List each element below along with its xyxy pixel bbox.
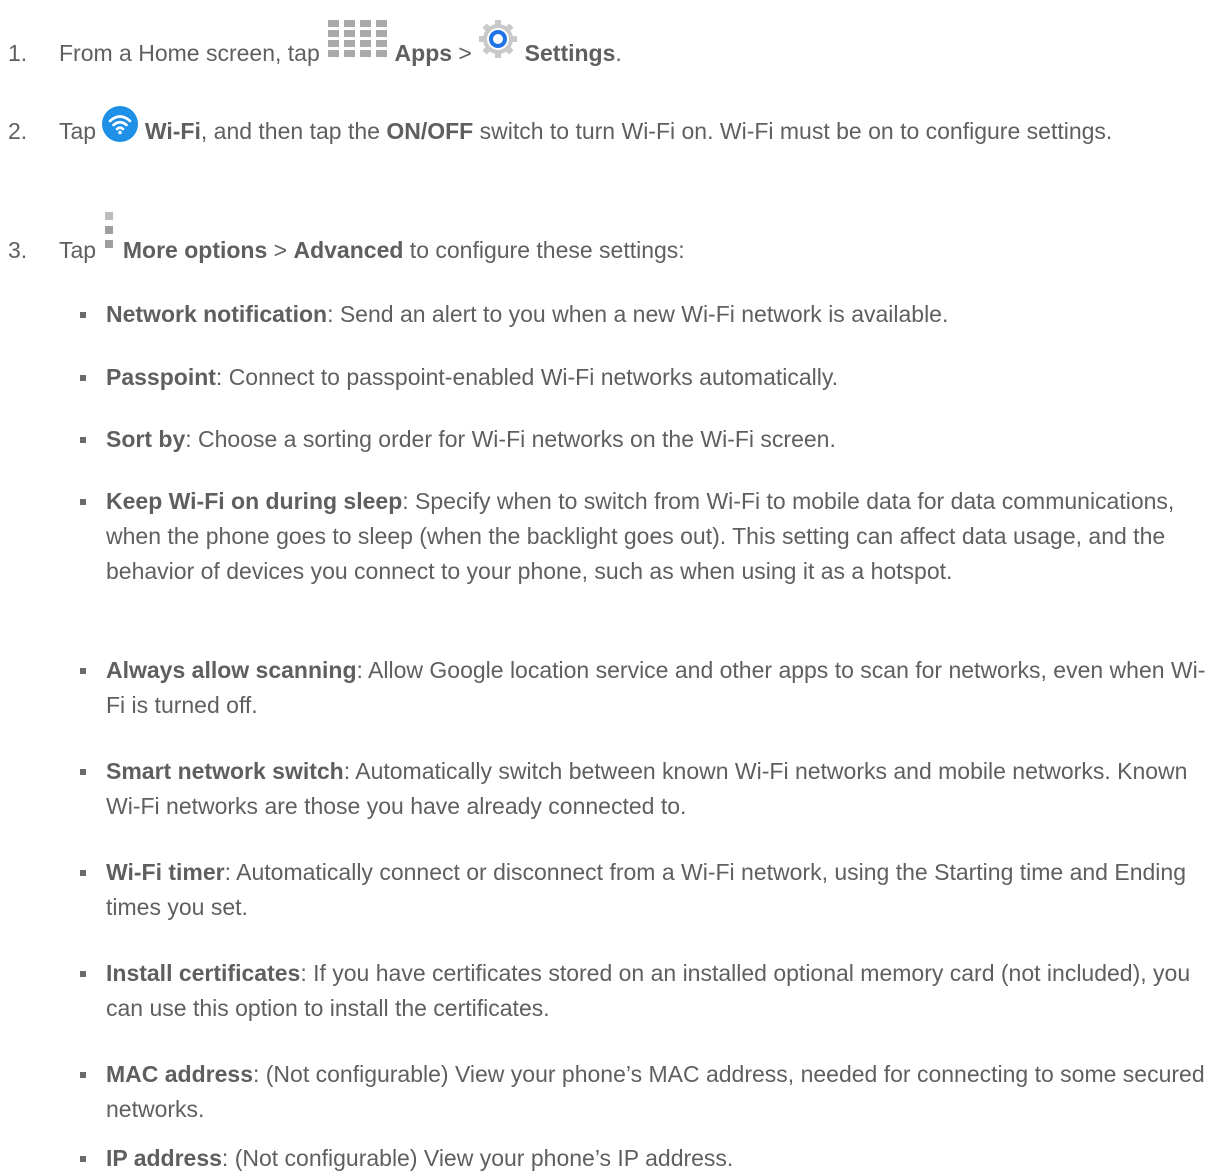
setting-description: : Connect to passpoint-enabled Wi-Fi net… [215,364,839,390]
setting-term: Install certificates [106,960,301,986]
setting-term: Sort by [106,426,186,452]
step-text: From a Home screen, tap [59,40,320,66]
more-options-icon [102,211,116,262]
bullet-icon [80,1156,86,1162]
bullet-icon [80,1072,86,1078]
wifi-label: Wi-Fi [144,118,201,145]
setting-term: Keep Wi-Fi on during sleep [106,488,403,514]
advanced-label: Advanced [293,237,404,263]
setting-description: : (Not configurable) View your phone’s I… [221,1145,734,1171]
settings-gear-icon [478,19,518,69]
setting-term: IP address [106,1145,222,1171]
instructions-document: 1. From a Home screen, tap Apps > Settin… [0,0,1215,1176]
bullet-icon [80,312,86,318]
more-options-label: More options [122,237,268,263]
bullet-icon [80,870,86,876]
setting-term: Wi-Fi timer [106,859,225,885]
bullet-icon [80,668,86,674]
setting-term: Always allow scanning [106,657,357,683]
setting-description: : Automatically connect or disconnect fr… [106,859,1186,920]
bullet-icon [80,971,86,977]
step-number: 2. [8,118,28,144]
step-number: 1. [8,40,28,66]
bullet-icon [80,769,86,775]
apps-label: Apps [394,40,453,66]
bullet-icon [80,375,86,381]
setting-term: Smart network switch [106,758,344,784]
setting-term: MAC address [106,1061,253,1087]
wifi-icon [102,106,139,152]
setting-description: : (Not configurable) View your phone’s M… [106,1061,1205,1122]
on-off-label: ON/OFF [386,118,474,145]
setting-description: : Choose a sorting order for Wi-Fi netwo… [185,426,836,452]
step-number: 3. [8,237,28,263]
setting-term: Passpoint [106,364,216,390]
setting-term: Network notification [106,301,328,327]
bullet-icon [80,437,86,443]
bullet-icon [80,499,86,505]
apps-grid-icon [328,19,388,68]
step-text: Tap [59,237,97,263]
setting-description: : Send an alert to you when a new Wi-Fi … [327,301,949,327]
step-text: Tap [59,118,97,145]
settings-label: Settings [524,40,616,66]
